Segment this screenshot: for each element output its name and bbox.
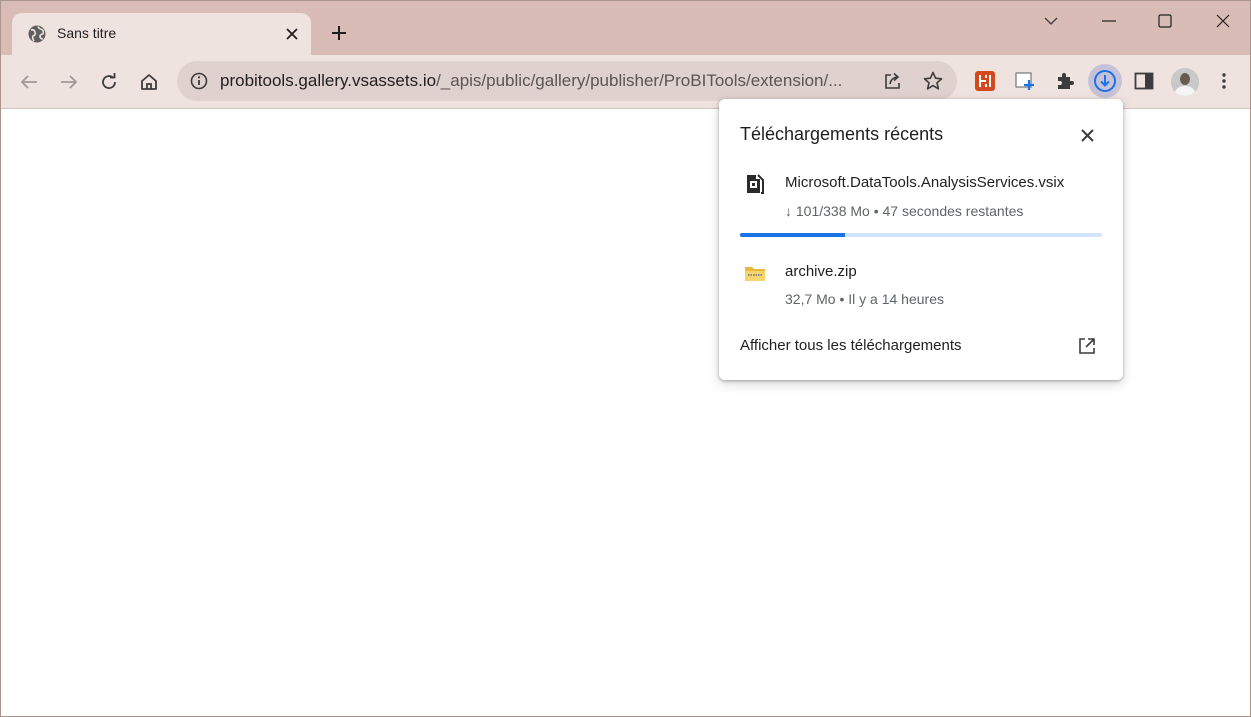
download-item-status: 32,7 Mo • Il y a 14 heures — [785, 291, 944, 307]
url-text[interactable]: probitools.gallery.vsassets.io/_apis/pub… — [220, 71, 842, 91]
plus-icon — [332, 26, 346, 40]
side-panel-icon — [1134, 72, 1154, 90]
globe-icon — [28, 25, 46, 43]
close-window-button[interactable] — [1200, 7, 1246, 35]
close-icon — [1216, 14, 1230, 28]
downloads-close-button[interactable] — [1076, 124, 1098, 146]
add-window-icon — [1015, 72, 1034, 90]
close-icon — [286, 28, 298, 40]
show-all-downloads-link[interactable]: Afficher tous les téléchargements — [740, 337, 962, 354]
downloads-button[interactable] — [1088, 64, 1122, 98]
profile-avatar[interactable] — [1171, 68, 1199, 96]
maximize-button[interactable] — [1142, 7, 1188, 35]
reload-icon — [102, 73, 116, 89]
url-path: /_apis/public/gallery/publisher/ProBIToo… — [436, 71, 843, 90]
browser-window: Sans titre probitools.gallery.vsassets.i… — [0, 0, 1251, 717]
tab-title: Sans titre — [57, 25, 117, 41]
vsix-file-icon — [747, 174, 764, 194]
tab-strip: Sans titre — [1, 1, 1250, 55]
download-item-status: ↓ 101/338 Mo • 47 secondes restantes — [785, 203, 1024, 219]
back-button[interactable] — [14, 67, 44, 97]
download-item-name: archive.zip — [785, 263, 857, 280]
zip-folder-icon — [745, 267, 765, 281]
downloads-panel: Téléchargements récents Microsoft.DataTo… — [719, 99, 1123, 380]
extension-app-icon[interactable] — [973, 69, 997, 93]
address-bar[interactable]: probitools.gallery.vsassets.io/_apis/pub… — [177, 61, 957, 101]
home-icon — [141, 74, 157, 90]
maximize-icon — [1158, 14, 1172, 28]
download-progress-fill — [740, 233, 845, 237]
download-item-name: Microsoft.DataTools.AnalysisServices.vsi… — [785, 174, 1065, 191]
minimize-icon — [1102, 20, 1116, 22]
extension-screen-icon[interactable] — [1013, 69, 1037, 93]
tab-close-button[interactable] — [282, 24, 302, 44]
kebab-menu-icon — [1222, 73, 1226, 89]
close-icon — [1080, 128, 1094, 142]
extension-red-icon — [975, 71, 995, 91]
tab-active[interactable]: Sans titre — [12, 13, 311, 55]
home-button[interactable] — [134, 67, 164, 97]
open-external-icon[interactable] — [1077, 336, 1097, 356]
puzzle-icon — [1058, 73, 1074, 89]
chevron-down-icon — [1044, 17, 1058, 25]
extensions-button[interactable] — [1053, 69, 1077, 93]
star-icon[interactable] — [922, 70, 944, 92]
new-tab-button[interactable] — [327, 21, 351, 45]
download-progress-bar — [740, 233, 1102, 237]
arrow-right-icon — [61, 75, 78, 89]
reload-button[interactable] — [94, 67, 124, 97]
downloads-title: Téléchargements récents — [740, 124, 944, 144]
share-icon[interactable] — [882, 70, 904, 92]
download-icon — [1094, 70, 1116, 92]
tab-search-button[interactable] — [1028, 7, 1074, 35]
avatar-icon — [1171, 68, 1199, 96]
minimize-button[interactable] — [1086, 7, 1132, 35]
info-icon[interactable] — [189, 71, 209, 91]
side-panel-button[interactable] — [1132, 69, 1156, 93]
menu-button[interactable] — [1212, 69, 1236, 93]
forward-button[interactable] — [54, 67, 84, 97]
url-host: probitools.gallery.vsassets.io — [220, 71, 437, 90]
arrow-left-icon — [20, 75, 37, 89]
